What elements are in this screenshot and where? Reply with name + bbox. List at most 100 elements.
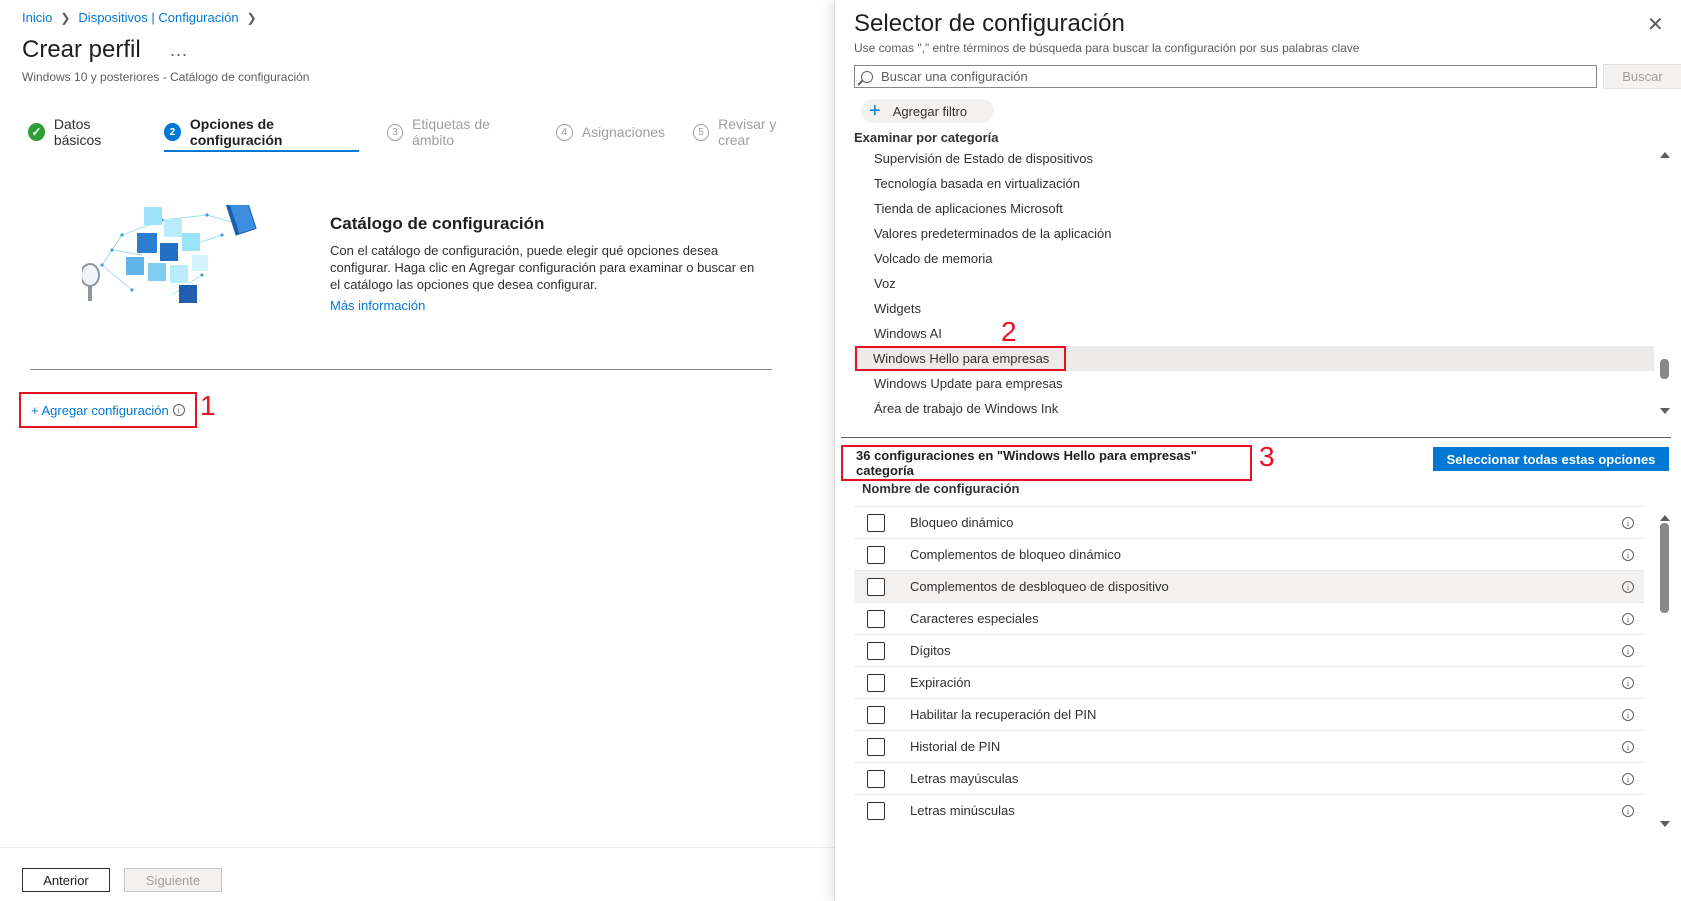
- setting-checkbox[interactable]: [867, 641, 885, 660]
- category-item[interactable]: Tecnología basada en virtualización: [854, 171, 1654, 196]
- page-subtitle: Windows 10 y posteriores - Catálogo de c…: [22, 70, 310, 84]
- setting-row[interactable]: Bloqueo dinámico i: [854, 506, 1644, 538]
- section-divider: [30, 369, 772, 370]
- search-box: [854, 65, 1597, 88]
- tab-label: Datos básicos: [53, 116, 102, 148]
- wizard-tabs: ✓ Datos básicos 2 Opciones de configurac…: [28, 116, 834, 152]
- category-item[interactable]: Windows AI: [854, 321, 1654, 346]
- info-icon[interactable]: i: [1622, 741, 1634, 753]
- step-number-icon: 2: [164, 123, 181, 141]
- category-item[interactable]: Tienda de aplicaciones Microsoft: [854, 196, 1654, 221]
- setting-label: Complementos de desbloqueo de dispositiv…: [910, 579, 1169, 594]
- add-config-highlight: + Agregar configuración i: [19, 392, 197, 428]
- tab-review-create[interactable]: 5 Revisar y crear: [693, 116, 806, 148]
- info-icon[interactable]: i: [1622, 709, 1634, 721]
- callout-number-3: 3: [1259, 441, 1275, 472]
- setting-checkbox[interactable]: [867, 769, 885, 788]
- category-label: Volcado de memoria: [874, 251, 993, 266]
- setting-label: Complementos de bloqueo dinámico: [910, 547, 1122, 562]
- tab-basics[interactable]: ✓ Datos básicos: [28, 116, 136, 148]
- setting-row[interactable]: Complementos de desbloqueo de dispositiv…: [854, 570, 1644, 602]
- category-item[interactable]: Valores predeterminados de la aplicación: [854, 221, 1654, 246]
- category-item[interactable]: Windows Update para empresas: [854, 371, 1654, 396]
- category-item[interactable]: Windows Hello para empresas: [854, 346, 1654, 371]
- setting-row[interactable]: Complementos de bloqueo dinámico i: [854, 538, 1644, 570]
- setting-row[interactable]: Caracteres especiales i: [854, 602, 1644, 634]
- checkmark-icon: ✓: [28, 123, 45, 141]
- category-label: Widgets: [874, 301, 921, 316]
- tab-label: Revisar y crear: [718, 116, 777, 148]
- info-icon[interactable]: i: [1622, 549, 1634, 561]
- tab-label: Opciones de configuración: [189, 116, 283, 148]
- info-icon[interactable]: i: [172, 404, 185, 416]
- scroll-up-icon[interactable]: [1660, 152, 1670, 158]
- scroll-down-icon[interactable]: [1660, 408, 1670, 414]
- info-icon[interactable]: i: [1622, 613, 1634, 625]
- settings-picker-pane: Selector de configuración ✕ Use comas ",…: [834, 0, 1681, 901]
- scroll-up-icon[interactable]: [1660, 515, 1670, 521]
- select-all-button[interactable]: Seleccionar todas estas opciones: [1433, 447, 1669, 471]
- add-filter-button[interactable]: + Agregar filtro: [861, 99, 994, 123]
- close-icon[interactable]: ✕: [1647, 12, 1664, 37]
- setting-row[interactable]: Letras minúsculas i: [854, 794, 1644, 826]
- more-options-button[interactable]: ...: [170, 40, 188, 61]
- setting-checkbox[interactable]: [867, 801, 885, 820]
- add-configuration-label: + Agregar configuración: [31, 402, 169, 418]
- setting-label: Caracteres especiales: [910, 611, 1039, 626]
- info-icon[interactable]: i: [1622, 645, 1634, 657]
- info-icon[interactable]: i: [1622, 773, 1634, 785]
- tab-assignments[interactable]: 4 Asignaciones: [555, 118, 666, 146]
- add-configuration-link[interactable]: + Agregar configuración i: [31, 403, 185, 418]
- previous-button[interactable]: Anterior: [22, 868, 110, 892]
- settings-count-highlight: 36 configuraciones en "Windows Hello par…: [841, 445, 1252, 481]
- info-icon[interactable]: i: [1622, 677, 1634, 689]
- setting-row[interactable]: Historial de PIN i: [854, 730, 1644, 762]
- tab-scope-tags[interactable]: 3 Etiquetas de ámbito: [387, 116, 528, 148]
- category-label: Voz: [874, 276, 896, 291]
- setting-checkbox[interactable]: [867, 705, 885, 724]
- breadcrumb-config-link[interactable]: Dispositivos | Configuración: [78, 10, 238, 25]
- search-button[interactable]: Buscar: [1603, 64, 1681, 89]
- next-button[interactable]: Siguiente: [124, 868, 222, 892]
- tab-configuration-settings[interactable]: 2 Opciones de configuración: [164, 116, 360, 152]
- search-input[interactable]: [881, 69, 1596, 84]
- category-label: Valores predeterminados de la aplicación: [874, 226, 1112, 241]
- setting-checkbox[interactable]: [867, 577, 885, 596]
- setting-checkbox[interactable]: [867, 609, 885, 628]
- info-icon[interactable]: i: [1622, 581, 1634, 593]
- settings-scrollbar[interactable]: [1659, 515, 1671, 827]
- breadcrumb-home-link[interactable]: Inicio: [22, 10, 52, 25]
- setting-label: Expiración: [910, 675, 971, 690]
- setting-checkbox[interactable]: [867, 545, 885, 564]
- setting-row[interactable]: Expiración i: [854, 666, 1644, 698]
- category-list: Supervisión de Estado de dispositivos Tec…: [854, 146, 1654, 416]
- setting-checkbox[interactable]: [867, 673, 885, 692]
- category-item[interactable]: Volcado de memoria: [854, 246, 1654, 271]
- tab-label: Asignaciones: [581, 124, 666, 140]
- setting-row[interactable]: Habilitar la recuperación del PIN i: [854, 698, 1644, 730]
- category-item[interactable]: Área de trabajo de Windows Ink: [854, 396, 1654, 421]
- scrollbar-thumb[interactable]: [1660, 358, 1669, 379]
- category-label: Tecnología basada en virtualización: [874, 176, 1080, 191]
- info-icon[interactable]: i: [1622, 517, 1634, 529]
- step-number-icon: 3: [387, 123, 404, 141]
- scroll-down-icon[interactable]: [1660, 821, 1670, 827]
- setting-checkbox[interactable]: [867, 737, 885, 756]
- page-title: Crear perfil: [22, 36, 141, 63]
- catalog-description: Con el catálogo de configuración, puede …: [330, 243, 755, 292]
- breadcrumb: Inicio ❯ Dispositivos | Configuración ❯: [22, 10, 265, 25]
- scrollbar-thumb[interactable]: [1660, 523, 1669, 613]
- category-scrollbar[interactable]: [1659, 152, 1671, 414]
- category-item[interactable]: Widgets: [854, 296, 1654, 321]
- info-icon[interactable]: i: [1622, 805, 1634, 817]
- setting-checkbox[interactable]: [867, 513, 885, 532]
- setting-row[interactable]: Dígitos i: [854, 634, 1644, 666]
- breadcrumb-chevron-icon: ❯: [246, 10, 257, 25]
- section-divider: [841, 437, 1671, 438]
- category-item[interactable]: Voz: [854, 271, 1654, 296]
- more-info-link[interactable]: Más información: [330, 298, 425, 313]
- setting-row[interactable]: Letras mayúsculas i: [854, 762, 1644, 794]
- catalog-title: Catálogo de configuración: [330, 214, 545, 233]
- category-item[interactable]: Supervisión de Estado de dispositivos: [854, 146, 1654, 171]
- settings-count-text: 36 configuraciones en "Windows Hello par…: [856, 448, 1197, 478]
